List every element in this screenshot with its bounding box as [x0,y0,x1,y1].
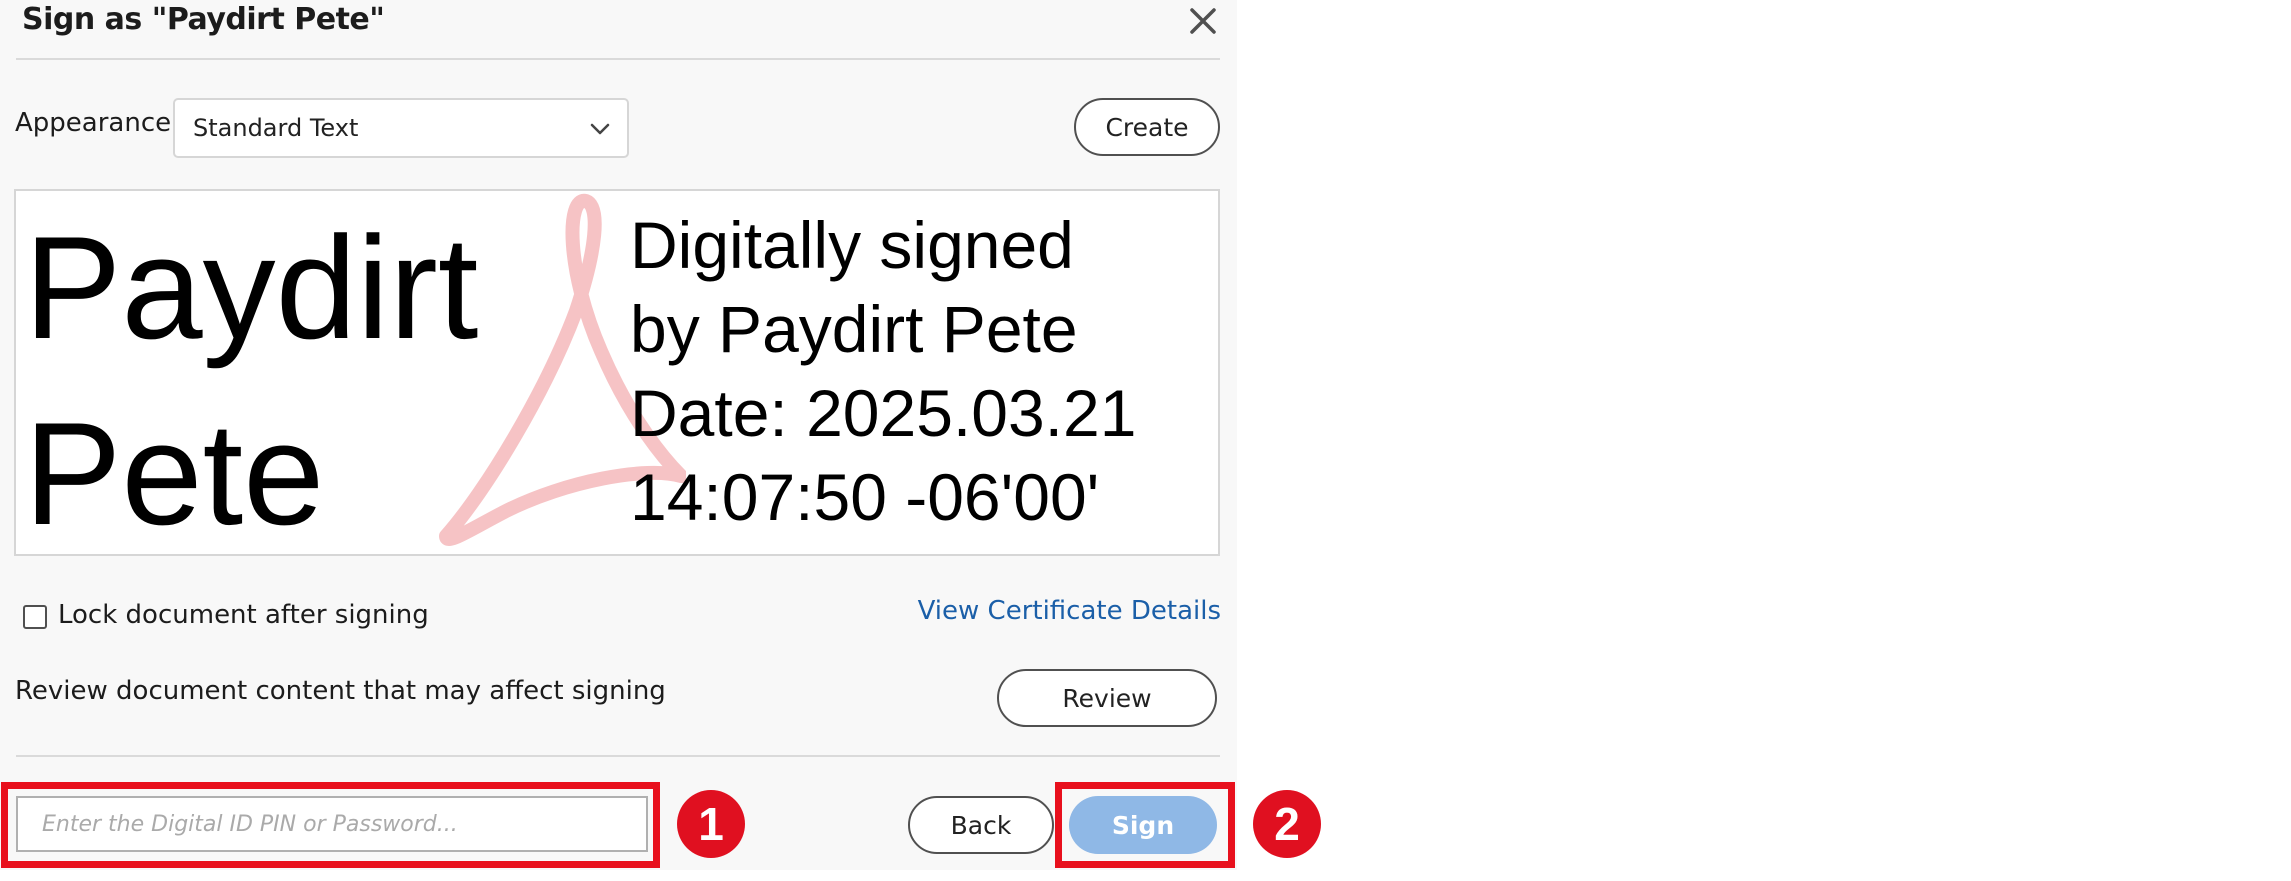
back-button[interactable]: Back [908,796,1054,854]
divider [16,58,1220,60]
dialog-title: Sign as "Paydirt Pete" [22,2,385,37]
signature-name-line: Pete [24,392,325,555]
appearance-select[interactable]: Standard Text [173,98,629,158]
signature-detail-line: Digitally signed [630,208,1074,282]
signature-detail-line: Date: 2025.03.21 [630,376,1137,450]
divider [16,755,1220,757]
signature-preview: Paydirt Pete Digitally signed by Paydirt… [14,189,1220,556]
sign-dialog: Sign as "Paydirt Pete" Appearance Standa… [0,0,1237,870]
chevron-down-icon [590,123,610,135]
signature-details: Digitally signed by Paydirt Pete Date: 2… [630,203,1136,539]
review-button[interactable]: Review [997,669,1217,727]
signature-name: Paydirt Pete [24,195,584,555]
callout-box-sign [1055,782,1235,868]
callout-box-password [1,782,660,868]
step-badge-2: 2 [1253,790,1321,858]
close-icon[interactable] [1186,4,1220,38]
review-description: Review document content that may affect … [15,676,666,706]
create-button[interactable]: Create [1074,98,1220,156]
signature-name-line: Paydirt [24,206,479,369]
view-certificate-link[interactable]: View Certificate Details [918,596,1221,626]
step-badge-1: 1 [677,790,745,858]
lock-document-checkbox[interactable] [23,605,47,629]
lock-document-label: Lock document after signing [58,600,429,630]
signature-detail-line: 14:07:50 -06'00' [630,460,1100,534]
appearance-label: Appearance [15,108,172,138]
signature-detail-line: by Paydirt Pete [630,292,1078,366]
appearance-selected-value: Standard Text [193,114,359,142]
